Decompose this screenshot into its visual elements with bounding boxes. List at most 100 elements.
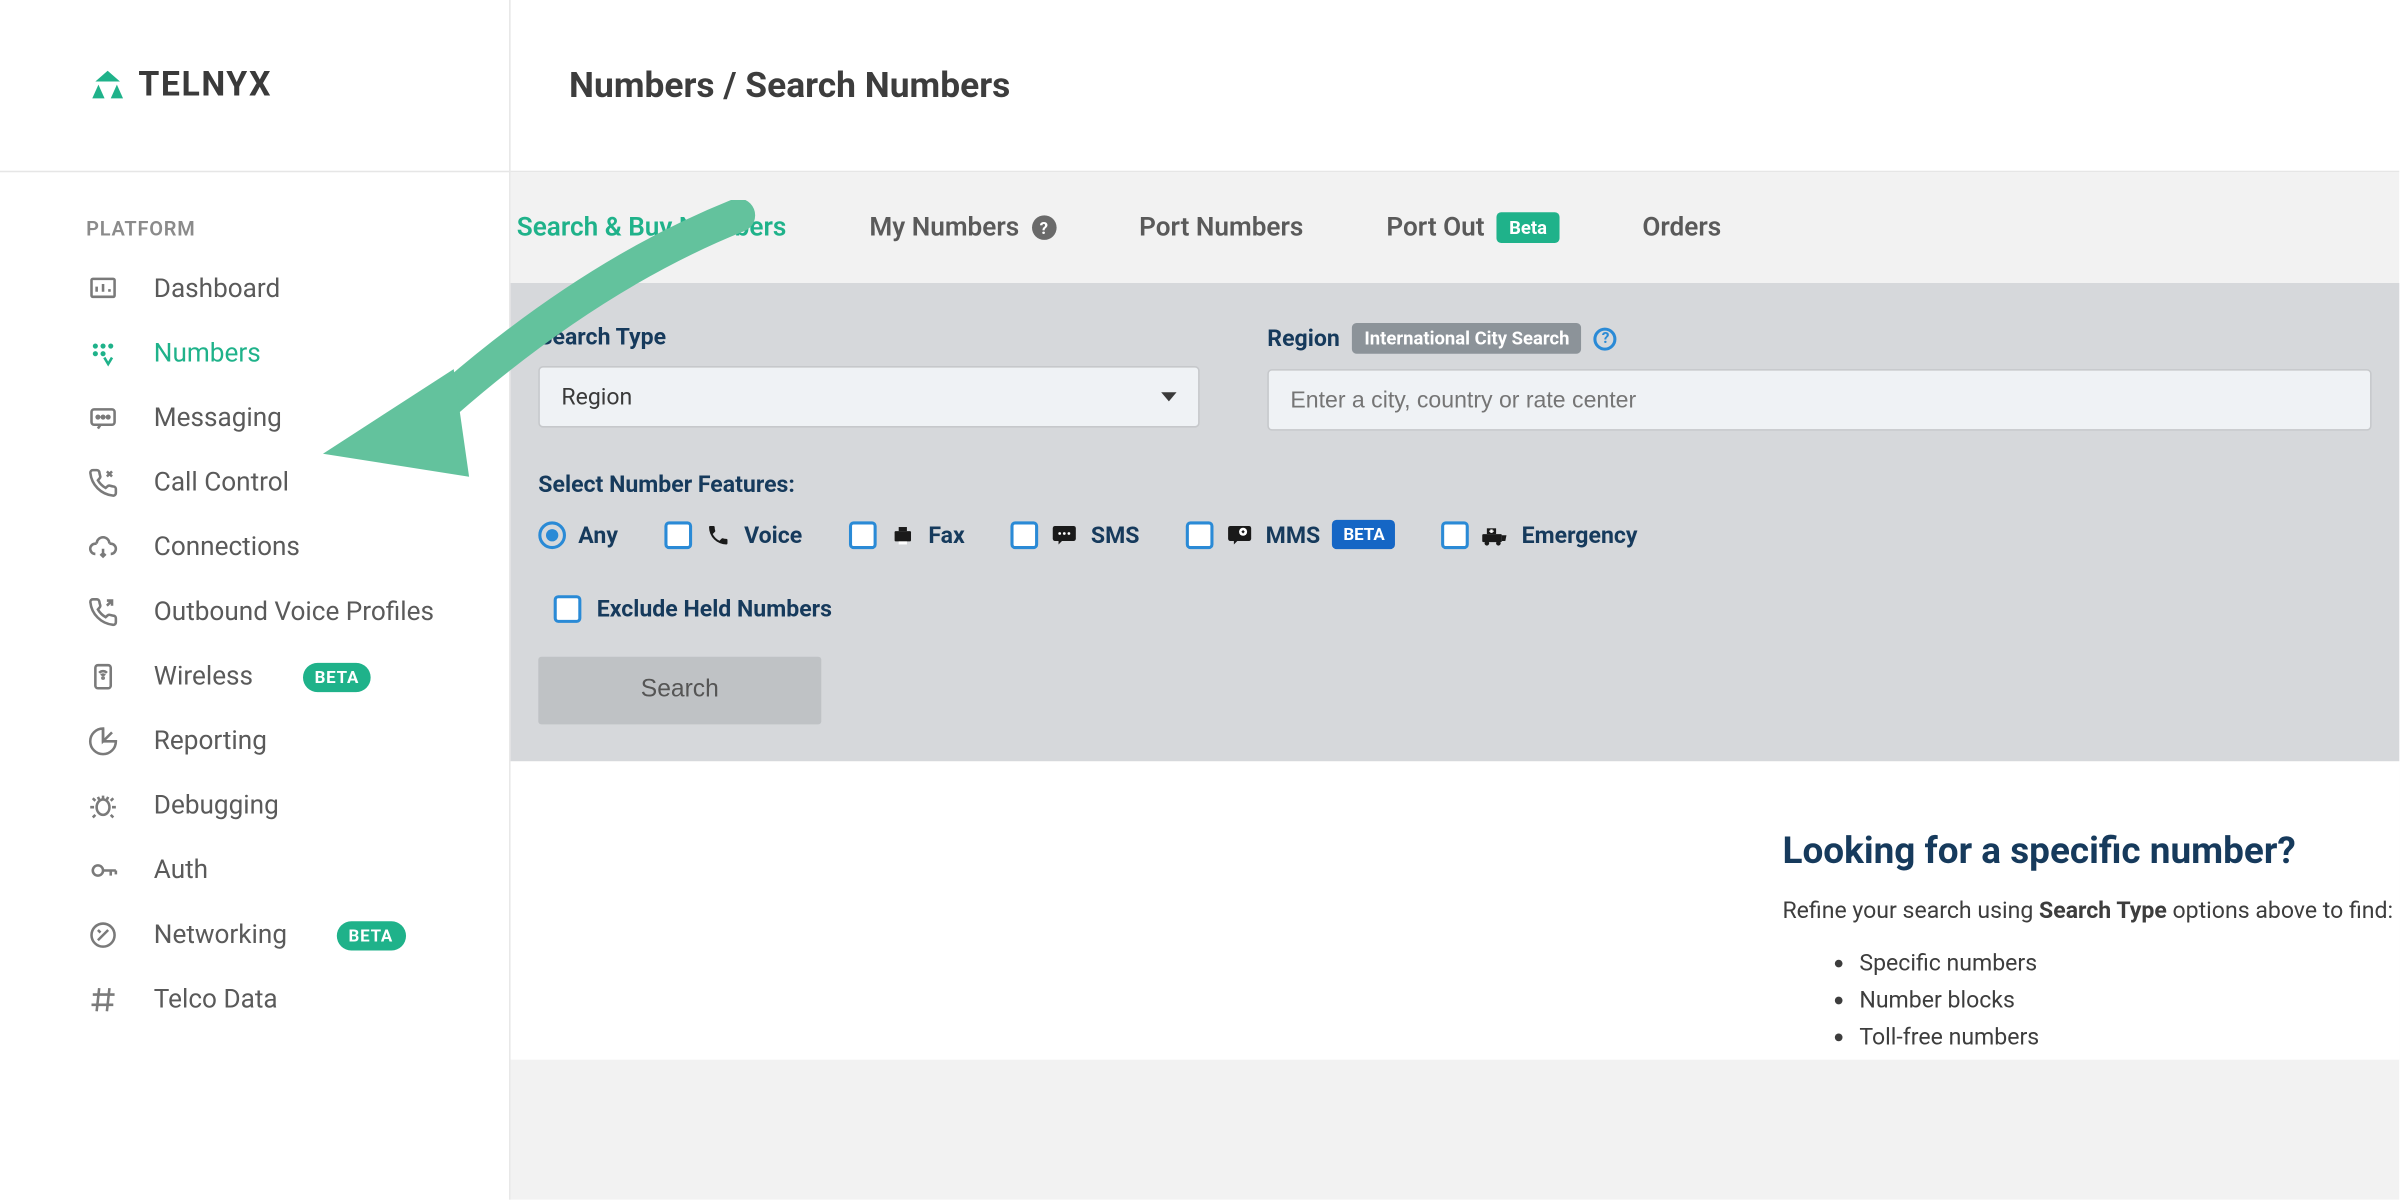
telnyx-logo-icon — [89, 67, 126, 104]
sidebar-item-label: Networking — [154, 920, 287, 951]
brand-name: TELNYX — [138, 66, 272, 104]
radio-icon — [538, 521, 566, 549]
sidebar-item-call-control[interactable]: Call Control — [0, 451, 509, 516]
sidebar-item-label: Dashboard — [154, 274, 280, 305]
sidebar-item-numbers[interactable]: Numbers — [0, 321, 509, 386]
debugging-icon — [86, 789, 120, 823]
tab-label: My Numbers — [869, 212, 1019, 243]
list-item: Number blocks — [1859, 986, 2393, 1014]
feature-label: Any — [578, 521, 618, 549]
numbers-icon — [86, 337, 120, 371]
sidebar-item-label: Telco Data — [154, 984, 278, 1015]
sidebar-section-label: PLATFORM — [0, 172, 509, 257]
sidebar-item-debugging[interactable]: Debugging — [0, 774, 509, 839]
exclude-held-numbers[interactable]: Exclude Held Numbers — [538, 595, 2371, 623]
sidebar-item-label: Reporting — [154, 726, 267, 757]
beta-badge: Beta — [1497, 212, 1559, 243]
feature-fax[interactable]: Fax — [848, 521, 964, 549]
mms-icon — [1226, 521, 1254, 549]
sidebar-item-dashboard[interactable]: Dashboard — [0, 257, 509, 322]
feature-sms[interactable]: SMS — [1011, 521, 1140, 549]
region-input[interactable] — [1267, 369, 2371, 431]
messaging-icon — [86, 401, 120, 435]
sidebar-item-label: Call Control — [154, 468, 289, 499]
beta-badge: BETA — [336, 920, 405, 949]
sidebar-nav: Dashboard Numbers Messaging Call Control… — [0, 257, 509, 1032]
wireless-icon — [86, 660, 120, 694]
checkbox-icon — [1011, 521, 1039, 549]
checkbox-icon — [664, 521, 692, 549]
networking-icon — [86, 918, 120, 952]
main: Numbers / Search Numbers Search & Buy Nu… — [511, 0, 2400, 1200]
region-chip: International City Search — [1352, 323, 1582, 354]
checkbox-icon — [1442, 521, 1470, 549]
features-label: Select Number Features: — [538, 471, 2371, 499]
info-title: Looking for a specific number? — [1782, 829, 2393, 872]
sidebar: TELNYX PLATFORM Dashboard Numbers Messag… — [0, 0, 511, 1200]
feature-voice[interactable]: Voice — [664, 521, 802, 549]
tab-label: Search & Buy Numbers — [517, 212, 787, 243]
fax-icon — [888, 521, 916, 549]
beta-badge: BETA — [302, 662, 371, 691]
feature-label: SMS — [1091, 521, 1140, 549]
tab-my-numbers[interactable]: My Numbers ? — [869, 212, 1056, 243]
region-label: Region — [1267, 325, 1339, 353]
tab-orders[interactable]: Orders — [1642, 212, 1721, 243]
content-area: Search & Buy Numbers My Numbers ? Port N… — [511, 172, 2400, 1199]
info-list: Specific numbers Number blocks Toll-free… — [1859, 949, 2393, 1051]
feature-row: Any Voice Fax SMS — [538, 520, 2371, 549]
tab-label: Port Out — [1386, 212, 1484, 243]
search-type-select[interactable]: Region — [538, 366, 1199, 428]
select-value: Region — [561, 383, 632, 411]
tab-label: Orders — [1642, 212, 1721, 243]
call-control-icon — [86, 466, 120, 500]
auth-icon — [86, 854, 120, 888]
phone-icon — [704, 521, 732, 549]
info-icon[interactable]: ? — [1594, 327, 1617, 350]
reporting-icon — [86, 724, 120, 758]
sidebar-item-connections[interactable]: Connections — [0, 515, 509, 580]
sidebar-item-outbound-voice-profiles[interactable]: Outbound Voice Profiles — [0, 580, 509, 645]
sidebar-item-label: Messaging — [154, 403, 282, 434]
tab-label: Port Numbers — [1139, 212, 1303, 243]
info-subtitle: Refine your search using Search Type opt… — [1782, 897, 2393, 925]
outbound-voice-icon — [86, 595, 120, 629]
feature-any[interactable]: Any — [538, 521, 618, 549]
feature-label: Voice — [744, 521, 802, 549]
sidebar-item-wireless[interactable]: Wireless BETA — [0, 644, 509, 709]
tab-search-buy-numbers[interactable]: Search & Buy Numbers — [517, 212, 787, 243]
feature-label: Emergency — [1522, 521, 1638, 549]
tab-port-out[interactable]: Port Out Beta — [1386, 212, 1559, 243]
logo[interactable]: TELNYX — [0, 0, 509, 172]
connections-icon — [86, 531, 120, 565]
feature-label: Fax — [928, 521, 964, 549]
feature-emergency[interactable]: Emergency — [1442, 521, 1638, 549]
tab-bar: Search & Buy Numbers My Numbers ? Port N… — [511, 172, 2400, 283]
tab-port-numbers[interactable]: Port Numbers — [1139, 212, 1303, 243]
list-item: Specific numbers — [1859, 949, 2393, 977]
feature-mms[interactable]: MMS BETA — [1186, 520, 1396, 549]
sidebar-item-label: Numbers — [154, 338, 261, 369]
checkbox-icon — [848, 521, 876, 549]
feature-label: MMS — [1266, 521, 1321, 549]
search-panel: Search Type Region Region International … — [511, 283, 2400, 761]
sidebar-item-messaging[interactable]: Messaging — [0, 386, 509, 451]
help-icon[interactable]: ? — [1031, 215, 1056, 240]
sidebar-item-label: Auth — [154, 855, 208, 886]
caret-down-icon — [1161, 392, 1176, 401]
sidebar-item-networking[interactable]: Networking BETA — [0, 903, 509, 968]
breadcrumb: Numbers / Search Numbers — [569, 65, 1010, 107]
exclude-label: Exclude Held Numbers — [597, 595, 832, 623]
telco-data-icon — [86, 983, 120, 1017]
sidebar-item-auth[interactable]: Auth — [0, 838, 509, 903]
info-section: Looking for a specific number? Refine yo… — [511, 761, 2400, 1059]
checkbox-icon — [554, 595, 582, 623]
search-type-label: Search Type — [538, 323, 1199, 351]
emergency-icon — [1482, 521, 1510, 549]
sidebar-item-telco-data[interactable]: Telco Data — [0, 967, 509, 1032]
sidebar-item-label: Connections — [154, 532, 300, 563]
sidebar-item-label: Debugging — [154, 791, 279, 822]
search-button[interactable]: Search — [538, 657, 821, 725]
beta-badge: BETA — [1333, 520, 1396, 549]
sidebar-item-reporting[interactable]: Reporting — [0, 709, 509, 774]
